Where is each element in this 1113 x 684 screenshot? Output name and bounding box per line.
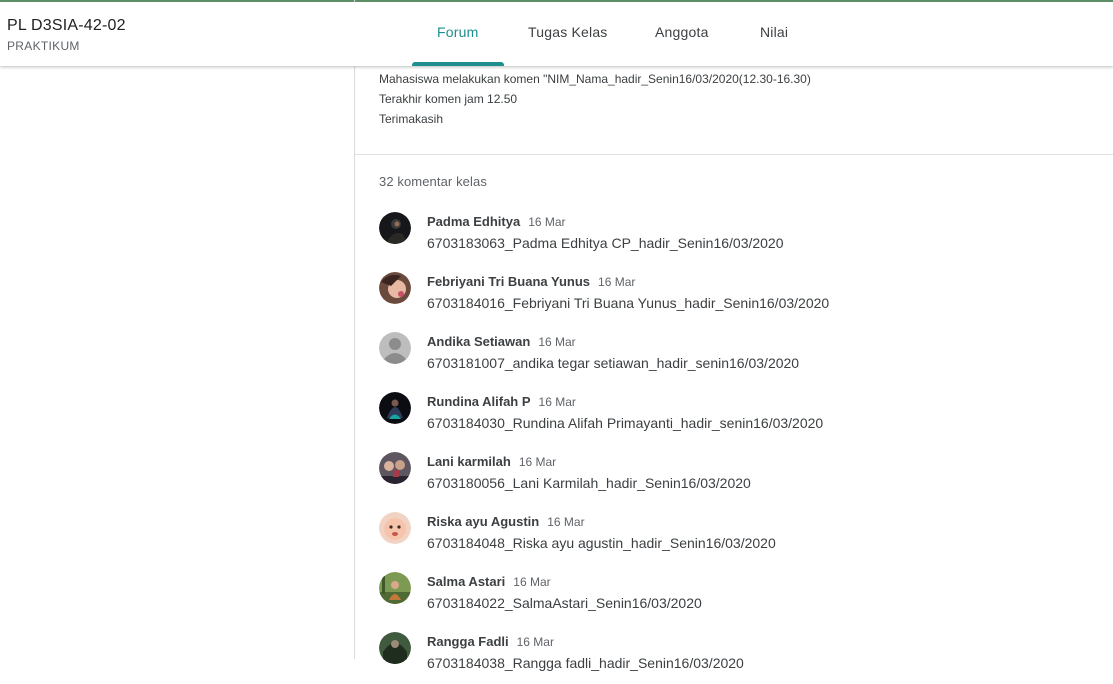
comment-date: 16 Mar	[598, 275, 636, 289]
default-user-icon	[379, 332, 411, 364]
tab-anggota[interactable]: Anggota	[655, 24, 709, 40]
author-name: Rundina Alifah P	[427, 394, 531, 409]
comment-item: Padma Edhitya 16 Mar 6703183063_Padma Edh…	[379, 212, 1079, 264]
author-name: Padma Edhitya	[427, 214, 521, 229]
post-text-line: Mahasiswa melakukan komen "NIM_Nama_hadi…	[379, 72, 811, 86]
author-name: Salma Astari	[427, 574, 506, 589]
comment-text: 6703181007_andika tegar setiawan_hadir_s…	[427, 355, 800, 371]
avatar	[379, 452, 411, 484]
comment-author: Febriyani Tri Buana Yunus 16 Mar	[427, 274, 635, 289]
post-text-line: Terimakasih	[379, 112, 444, 126]
author-name: Riska ayu Agustin	[427, 514, 540, 529]
comment-text: 6703180056_Lani Karmilah_hadir_Senin16/0…	[427, 475, 751, 491]
comment-item: Riska ayu Agustin 16 Mar 6703184048_Riska…	[379, 512, 1079, 564]
author-name: Febriyani Tri Buana Yunus	[427, 274, 591, 289]
comment-item: Febriyani Tri Buana Yunus 16 Mar 67031840…	[379, 272, 1079, 324]
active-tab-indicator	[412, 62, 504, 66]
class-header: PL D3SIA-42-02 PRAKTIKUM Forum Tugas Kel…	[0, 2, 1113, 66]
comment-text: 6703183063_Padma Edhitya CP_hadir_Senin1…	[427, 235, 784, 251]
comment-item: Lani karmilah 16 Mar 6703180056_Lani Karm…	[379, 452, 1079, 504]
avatar	[379, 632, 411, 664]
comment-item: Rangga Fadli 16 Mar 6703184038_Rangga fad…	[379, 632, 1079, 684]
comment-item: Rundina Alifah P 16 Mar 6703184030_Rundin…	[379, 392, 1079, 444]
comment-author: Padma Edhitya 16 Mar	[427, 214, 566, 229]
comment-author: Salma Astari 16 Mar	[427, 574, 551, 589]
comment-date: 16 Mar	[547, 515, 585, 529]
comment-date: 16 Mar	[528, 215, 566, 229]
comment-item: Salma Astari 16 Mar 6703184022_SalmaAstar…	[379, 572, 1079, 624]
comment-author: Rundina Alifah P 16 Mar	[427, 394, 576, 409]
post-text-line: Terakhir komen jam 12.50	[379, 92, 518, 106]
avatar	[379, 572, 411, 604]
comment-count[interactable]: 32 komentar kelas	[379, 174, 487, 189]
comment-text: 6703184030_Rundina Alifah Primayanti_had…	[427, 415, 824, 431]
comment-text: 6703184048_Riska ayu agustin_hadir_Senin…	[427, 535, 776, 551]
post-detail-panel: Mahasiswa melakukan komen "NIM_Nama_hadi…	[354, 0, 1113, 671]
avatar	[379, 212, 411, 244]
divider	[355, 154, 1113, 155]
comment-author: Riska ayu Agustin 16 Mar	[427, 514, 585, 529]
author-name: Rangga Fadli	[427, 634, 509, 649]
comment-date: 16 Mar	[538, 335, 576, 349]
tab-nilai[interactable]: Nilai	[760, 24, 788, 40]
tab-forum[interactable]: Forum	[437, 24, 478, 40]
class-title[interactable]: PL D3SIA-42-02	[7, 17, 126, 35]
comment-author: Andika Setiawan 16 Mar	[427, 334, 576, 349]
comment-author: Rangga Fadli 16 Mar	[427, 634, 554, 649]
comment-date: 16 Mar	[538, 395, 576, 409]
comment-date: 16 Mar	[513, 575, 551, 589]
avatar	[379, 512, 411, 544]
avatar	[379, 392, 411, 424]
comment-date: 16 Mar	[516, 635, 554, 649]
author-name: Andika Setiawan	[427, 334, 531, 349]
tab-tugas-kelas[interactable]: Tugas Kelas	[528, 24, 608, 40]
comment-item: Andika Setiawan 16 Mar 6703181007_andika …	[379, 332, 1079, 384]
comment-text: 6703184038_Rangga fadli_hadir_Senin16/03…	[427, 655, 744, 671]
class-subtitle: PRAKTIKUM	[7, 39, 80, 53]
comment-text: 6703184022_SalmaAstari_Senin16/03/2020	[427, 595, 702, 611]
comment-date: 16 Mar	[518, 455, 557, 469]
author-name: Lani karmilah	[427, 454, 511, 469]
comment-text: 6703184016_Febriyani Tri Buana Yunus_had…	[427, 295, 830, 311]
avatar	[379, 272, 411, 304]
comment-author: Lani karmilah 16 Mar	[427, 454, 556, 469]
